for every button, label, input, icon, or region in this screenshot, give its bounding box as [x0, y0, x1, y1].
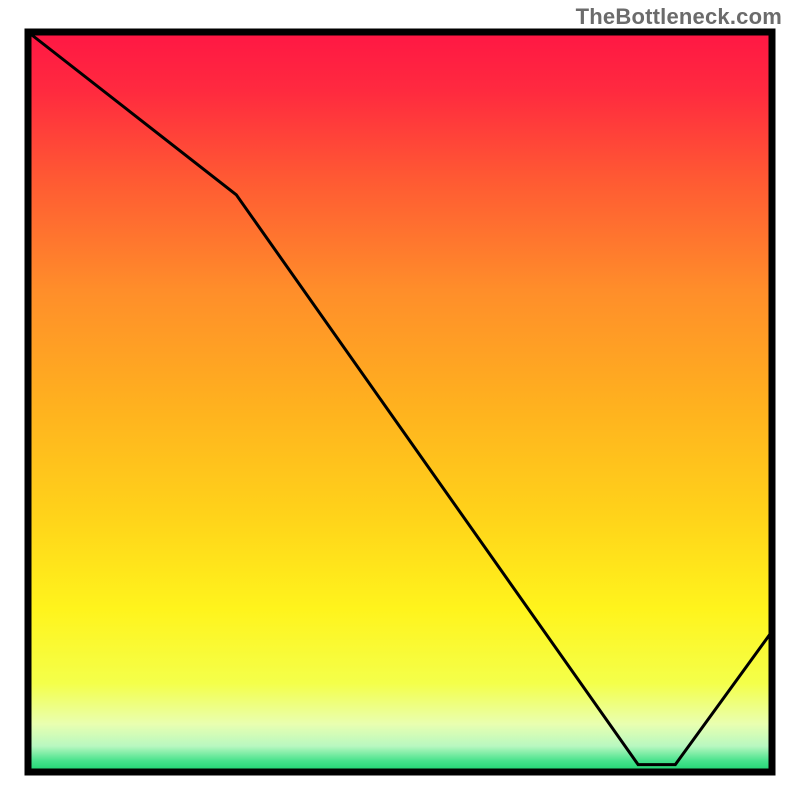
watermark-text: TheBottleneck.com: [576, 4, 782, 30]
chart-container: TheBottleneck.com: [0, 0, 800, 800]
chart-svg: [0, 0, 800, 800]
plot-background: [28, 32, 772, 772]
